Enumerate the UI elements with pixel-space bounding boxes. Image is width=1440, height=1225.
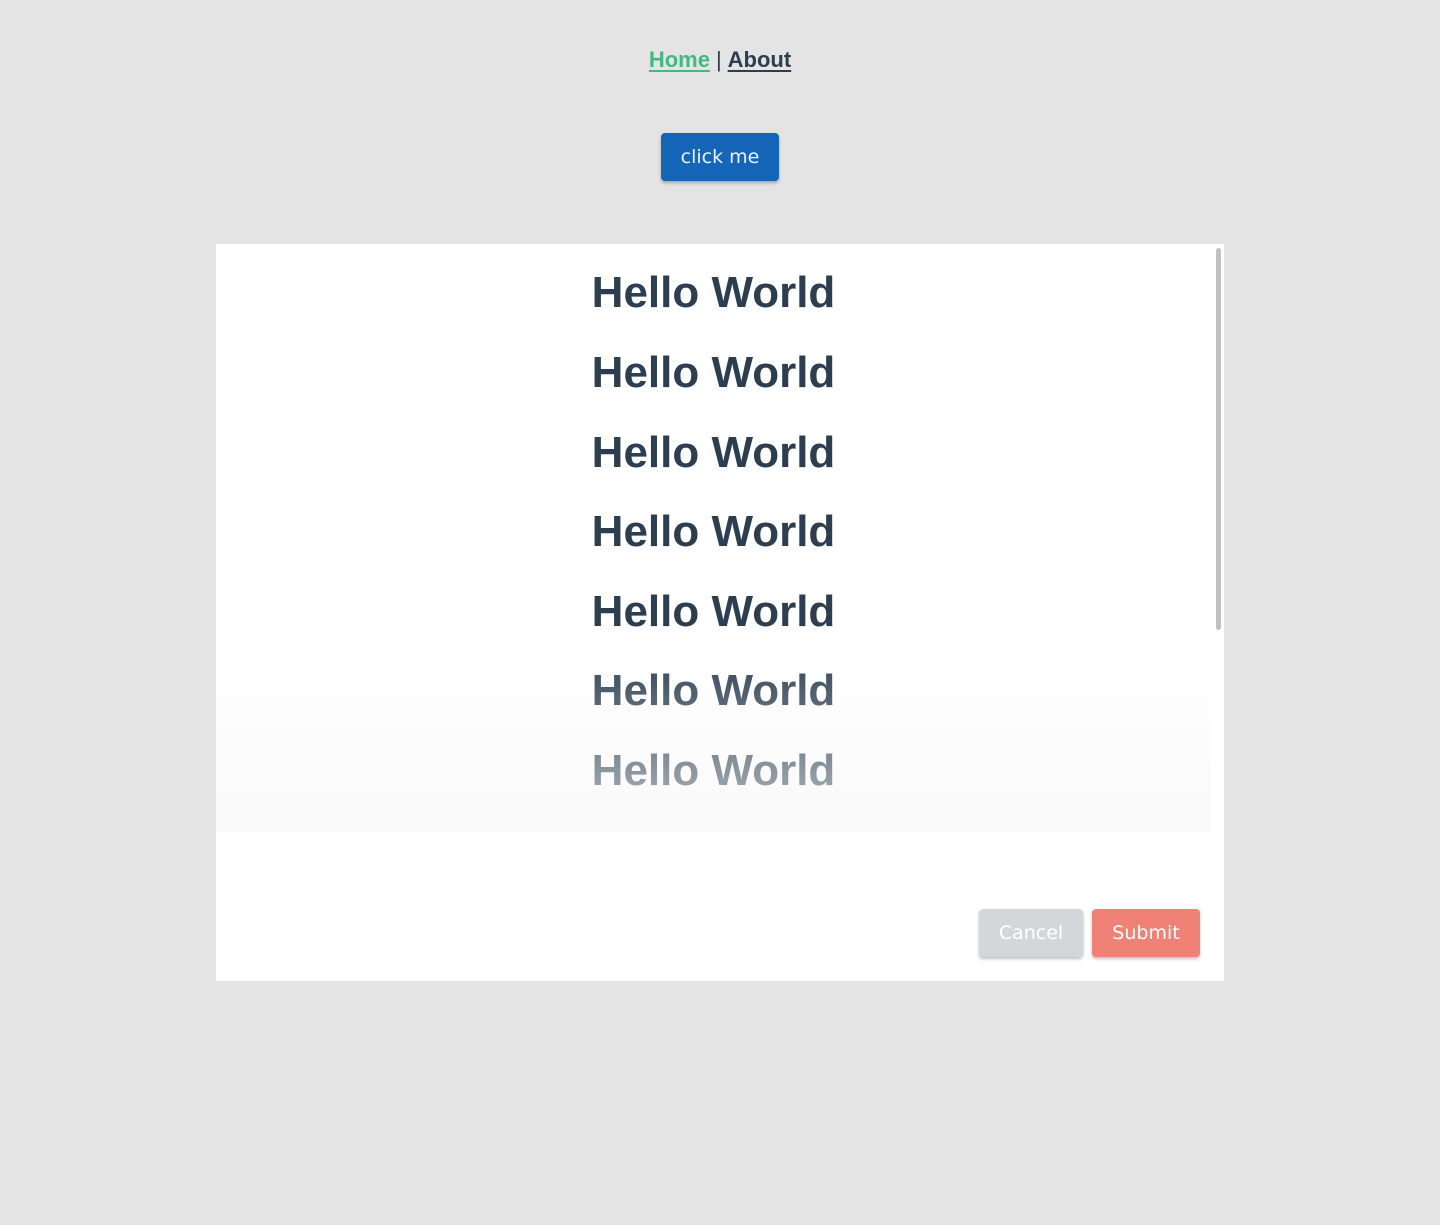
dialog: Hello World Hello World Hello World Hell… <box>216 244 1224 981</box>
hello-heading: Hello World <box>591 746 836 795</box>
hello-heading: Hello World <box>591 428 836 477</box>
hello-heading: Hello World <box>591 348 836 397</box>
submit-button[interactable]: Submit <box>1092 909 1200 957</box>
click-me-button[interactable]: click me <box>661 133 779 181</box>
nav-separator: | <box>715 47 722 72</box>
nav-link-about[interactable]: About <box>728 47 792 72</box>
cancel-button[interactable]: Cancel <box>979 909 1083 957</box>
hello-heading: Hello World <box>591 587 836 636</box>
nav-link-home[interactable]: Home <box>649 47 710 72</box>
top-nav: Home | About <box>0 44 1440 76</box>
hello-heading: Hello World <box>591 666 836 715</box>
hello-heading: Hello World <box>591 507 836 556</box>
hello-heading: Hello World <box>591 268 836 317</box>
scrollbar[interactable] <box>1214 246 1222 830</box>
dialog-scroll-area[interactable]: Hello World Hello World Hello World Hell… <box>216 244 1224 832</box>
scrollbar-thumb[interactable] <box>1216 248 1221 630</box>
